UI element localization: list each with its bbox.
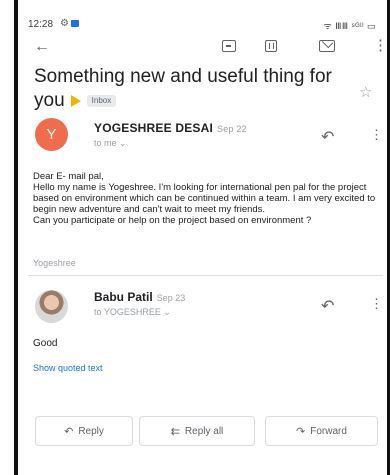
status-notification-icons: ⚙ xyxy=(60,18,79,29)
status-signal-battery-icons: ᯤ ⅢⅢ ˢᴳˡˡ ▭ xyxy=(323,21,376,31)
star-icon[interactable]: ☆ xyxy=(359,83,372,101)
reply-button[interactable]: ↶ Reply xyxy=(35,416,133,446)
recipient-text: to YOGESHREE xyxy=(94,307,161,317)
sender-name-text: Babu Patil xyxy=(94,290,153,304)
forward-icon: ↷ xyxy=(296,425,306,438)
forward-button-label: Forward xyxy=(310,425,347,437)
message-body: Dear E- mail pal, Hello my name is Yoges… xyxy=(33,171,376,226)
sender-name[interactable]: Babu Patil Sep 23 xyxy=(94,290,185,304)
chevron-down-icon: ⌄ xyxy=(163,307,171,317)
more-vert-icon[interactable]: ⋮ xyxy=(373,38,388,54)
mail-icon[interactable] xyxy=(319,40,335,52)
recipient-text: to me xyxy=(94,138,117,148)
reply-all-icon: ⇇ xyxy=(170,425,180,438)
signature: Yogeshree xyxy=(33,258,76,268)
message-divider xyxy=(28,275,383,276)
show-quoted-text-link[interactable]: Show quoted text xyxy=(33,363,103,373)
more-vert-icon[interactable]: ⋮ xyxy=(370,296,383,312)
email-screen: 12:28 ⚙ ᯤ ⅢⅢ ˢᴳˡˡ ▭ ← ⋮ Something new an… xyxy=(0,0,390,475)
more-vert-icon[interactable]: ⋮ xyxy=(370,127,383,143)
message-date: Sep 23 xyxy=(156,293,186,303)
reply-button-label: Reply xyxy=(78,425,104,437)
status-bar: 12:28 ⚙ ᯤ ⅢⅢ ˢᴳˡˡ ▭ xyxy=(28,17,380,33)
archive-icon[interactable] xyxy=(222,40,236,52)
forward-button[interactable]: ↷ Forward xyxy=(265,416,378,446)
important-marker-icon[interactable] xyxy=(70,94,81,107)
recipient-line[interactable]: to me ⌄ xyxy=(94,138,127,149)
inbox-label[interactable]: Inbox xyxy=(86,94,117,107)
message-body: Good xyxy=(33,338,58,349)
status-time: 12:28 xyxy=(28,19,54,30)
reply-icon[interactable]: ↶ xyxy=(321,127,334,147)
frame-border-left xyxy=(14,0,18,475)
reply-all-button[interactable]: ⇇ Reply all xyxy=(139,416,255,446)
delete-icon[interactable] xyxy=(265,40,277,52)
reply-icon: ↶ xyxy=(64,425,74,438)
chevron-down-icon: ⌄ xyxy=(119,138,127,148)
arrow-back-icon[interactable]: ← xyxy=(34,38,50,56)
avatar[interactable] xyxy=(35,290,68,323)
recipient-line[interactable]: to YOGESHREE ⌄ xyxy=(94,307,171,318)
message-date: Sep 22 xyxy=(217,124,247,134)
toolbar: ← ⋮ xyxy=(28,38,388,60)
reply-icon[interactable]: ↶ xyxy=(321,296,334,316)
avatar[interactable]: Y xyxy=(35,118,68,151)
mail-notification-icon xyxy=(70,19,79,27)
email-subject: Something new and useful thing for you In… xyxy=(34,65,334,113)
reply-all-button-label: Reply all xyxy=(184,425,224,437)
sender-name-text: YOGESHREE DESAI xyxy=(94,121,214,135)
sender-name[interactable]: YOGESHREE DESAI Sep 22 xyxy=(94,121,247,135)
